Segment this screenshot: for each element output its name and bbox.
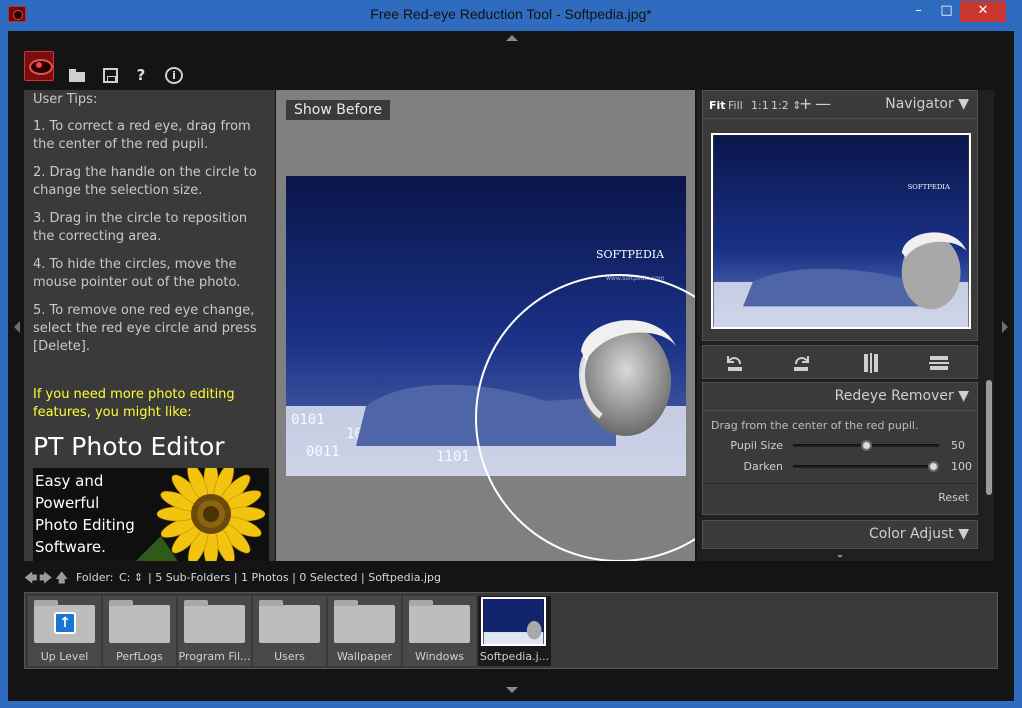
info-icon[interactable]: i bbox=[165, 67, 183, 84]
pupil-size-label: Pupil Size bbox=[730, 439, 783, 452]
folder-icon bbox=[184, 600, 245, 643]
folder-label: Folder: bbox=[76, 571, 114, 584]
zoom-1-1-button[interactable]: 1:1 bbox=[751, 99, 769, 112]
tile-label: Users bbox=[274, 650, 305, 663]
chevron-down-icon[interactable]: ▼ bbox=[958, 388, 969, 404]
flip-horizontal-icon[interactable] bbox=[860, 352, 882, 374]
collapse-top-icon[interactable] bbox=[506, 35, 518, 41]
tip-item: 5. To remove one red eye change, select … bbox=[33, 303, 257, 354]
forward-arrow-icon[interactable]: 🡆 bbox=[39, 569, 52, 591]
folder-tile[interactable]: Windows bbox=[403, 596, 476, 666]
photo-canvas[interactable]: Show Before 010110010110 101000111101 bbox=[276, 90, 695, 561]
close-button[interactable]: ✕ bbox=[960, 1, 1006, 22]
folder-icon[interactable] bbox=[68, 67, 86, 83]
drive-selector[interactable]: C: ⇕ bbox=[119, 571, 143, 584]
darken-slider[interactable] bbox=[793, 461, 939, 472]
title-bar: Free Red-eye Reduction Tool - Softpedia.… bbox=[0, 0, 1022, 31]
pupil-size-slider[interactable] bbox=[793, 440, 939, 451]
tile-label: Wallpaper bbox=[336, 650, 393, 663]
rotate-toolbar bbox=[702, 345, 978, 379]
tip-item: 4. To hide the circles, move the mouse p… bbox=[33, 257, 241, 290]
darken-handle[interactable] bbox=[928, 461, 939, 472]
collapse-left-icon[interactable] bbox=[14, 321, 20, 333]
product-ad-banner[interactable]: Easy and Powerful Photo Editing Software… bbox=[33, 468, 269, 561]
tip-item: 1. To correct a red eye, drag from the c… bbox=[33, 119, 251, 152]
minimize-button[interactable]: – bbox=[904, 1, 933, 22]
redeye-selection-circle[interactable] bbox=[276, 90, 695, 561]
color-adjust-header[interactable]: Color Adjust ▼ bbox=[702, 520, 978, 549]
folder-icon bbox=[109, 600, 170, 643]
redeye-remover-header[interactable]: Redeye Remover ▼ bbox=[702, 382, 978, 411]
right-panel-scrollbar[interactable] bbox=[986, 380, 992, 495]
navigator-thumbnail[interactable]: SOFTPEDIA bbox=[711, 133, 971, 329]
save-icon[interactable] bbox=[102, 67, 120, 83]
pupil-size-value: 50 bbox=[951, 439, 965, 452]
rotate-left-icon[interactable] bbox=[723, 352, 745, 374]
folder-tile[interactable]: PerfLogs bbox=[103, 596, 176, 666]
tile-label: Up Level bbox=[40, 650, 89, 663]
pupil-size-handle[interactable] bbox=[860, 440, 872, 451]
reset-button[interactable]: Reset bbox=[938, 491, 969, 504]
window-title: Free Red-eye Reduction Tool - Softpedia.… bbox=[370, 6, 652, 22]
folder-tile[interactable]: Wallpaper bbox=[328, 596, 401, 666]
redeye-remover-title: Redeye Remover ▼ bbox=[834, 388, 969, 404]
photo-tile[interactable]: Softpedia.j... bbox=[478, 596, 551, 666]
app-logo-icon bbox=[24, 51, 54, 81]
path-bar: 🡄 🡆 🡅 Folder: C: ⇕ | 5 Sub-Folders | 1 P… bbox=[24, 569, 998, 587]
up-level-tile[interactable]: ↑ Up Level bbox=[28, 596, 101, 666]
main-window: ? i User Tips: 1. To correct a red eye, … bbox=[8, 31, 1014, 701]
help-icon[interactable]: ? bbox=[132, 67, 150, 83]
zoom-fit-button[interactable]: Fit bbox=[709, 99, 726, 112]
scroll-down-icon[interactable] bbox=[837, 555, 843, 558]
folder-icon: ↑ bbox=[34, 600, 95, 643]
collapse-bottom-icon[interactable] bbox=[506, 687, 518, 693]
tile-label: Windows bbox=[414, 650, 465, 663]
up-arrow-icon[interactable]: 🡅 bbox=[55, 569, 68, 591]
rotate-right-icon[interactable] bbox=[791, 352, 813, 374]
zoom-out-icon[interactable]: — bbox=[815, 94, 831, 113]
navigator-body: SOFTPEDIA bbox=[702, 119, 978, 341]
sunflower-image bbox=[136, 468, 266, 561]
folder-icon bbox=[334, 600, 395, 643]
tile-label: Softpedia.j... bbox=[479, 650, 550, 663]
zoom-in-icon[interactable]: + bbox=[799, 94, 812, 113]
up-arrow-icon: ↑ bbox=[54, 612, 76, 634]
tips-panel: User Tips: 1. To correct a red eye, drag… bbox=[24, 90, 275, 561]
tile-label: Program Fil... bbox=[178, 650, 251, 663]
navigator-title: Navigator ▼ bbox=[885, 96, 969, 112]
folder-icon bbox=[259, 600, 320, 643]
navigator-header[interactable]: Fit Fill 1:1 1:2 ⇕ + — Navigator ▼ bbox=[702, 90, 978, 119]
darken-label: Darken bbox=[743, 460, 783, 473]
chevron-down-icon[interactable]: ▼ bbox=[958, 96, 969, 112]
folder-tile[interactable]: Users bbox=[253, 596, 326, 666]
promo-text: If you need more photo editing features,… bbox=[33, 387, 235, 420]
product-ad-text: Easy and Powerful Photo Editing Software… bbox=[35, 472, 135, 556]
collapse-right-icon[interactable] bbox=[1002, 321, 1008, 333]
folder-info: | 5 Sub-Folders | 1 Photos | 0 Selected … bbox=[148, 571, 441, 584]
divider bbox=[703, 483, 977, 484]
color-adjust-title: Color Adjust ▼ bbox=[869, 526, 969, 542]
back-arrow-icon[interactable]: 🡄 bbox=[24, 569, 37, 591]
photo-thumbnail bbox=[481, 597, 546, 646]
folder-icon bbox=[409, 600, 470, 643]
flip-vertical-icon[interactable] bbox=[928, 352, 950, 374]
chevron-down-icon[interactable]: ▼ bbox=[958, 526, 969, 542]
darken-value: 100 bbox=[951, 460, 972, 473]
product-title[interactable]: PT Photo Editor bbox=[33, 432, 225, 461]
tip-item: 3. Drag in the circle to reposition the … bbox=[33, 211, 248, 244]
folder-tile[interactable]: Program Fil... bbox=[178, 596, 251, 666]
right-panel: Fit Fill 1:1 1:2 ⇕ + — Navigator ▼ SOFTP… bbox=[697, 90, 994, 561]
tip-item: 2. Drag the handle on the circle to chan… bbox=[33, 165, 257, 198]
redeye-remover-body: Drag from the center of the red pupil. P… bbox=[702, 411, 978, 515]
svg-text:SOFTPEDIA: SOFTPEDIA bbox=[908, 183, 951, 191]
zoom-fill-button[interactable]: Fill bbox=[728, 99, 743, 112]
redeye-instruction: Drag from the center of the red pupil. bbox=[711, 419, 919, 432]
zoom-1-2-select[interactable]: 1:2 ⇕ bbox=[771, 99, 801, 112]
tips-title: User Tips: bbox=[33, 92, 98, 107]
file-browser: ↑ Up Level PerfLogs Program Fil... Users… bbox=[24, 592, 998, 669]
tile-label: PerfLogs bbox=[116, 650, 163, 663]
maximize-button[interactable]: □ bbox=[933, 1, 960, 22]
